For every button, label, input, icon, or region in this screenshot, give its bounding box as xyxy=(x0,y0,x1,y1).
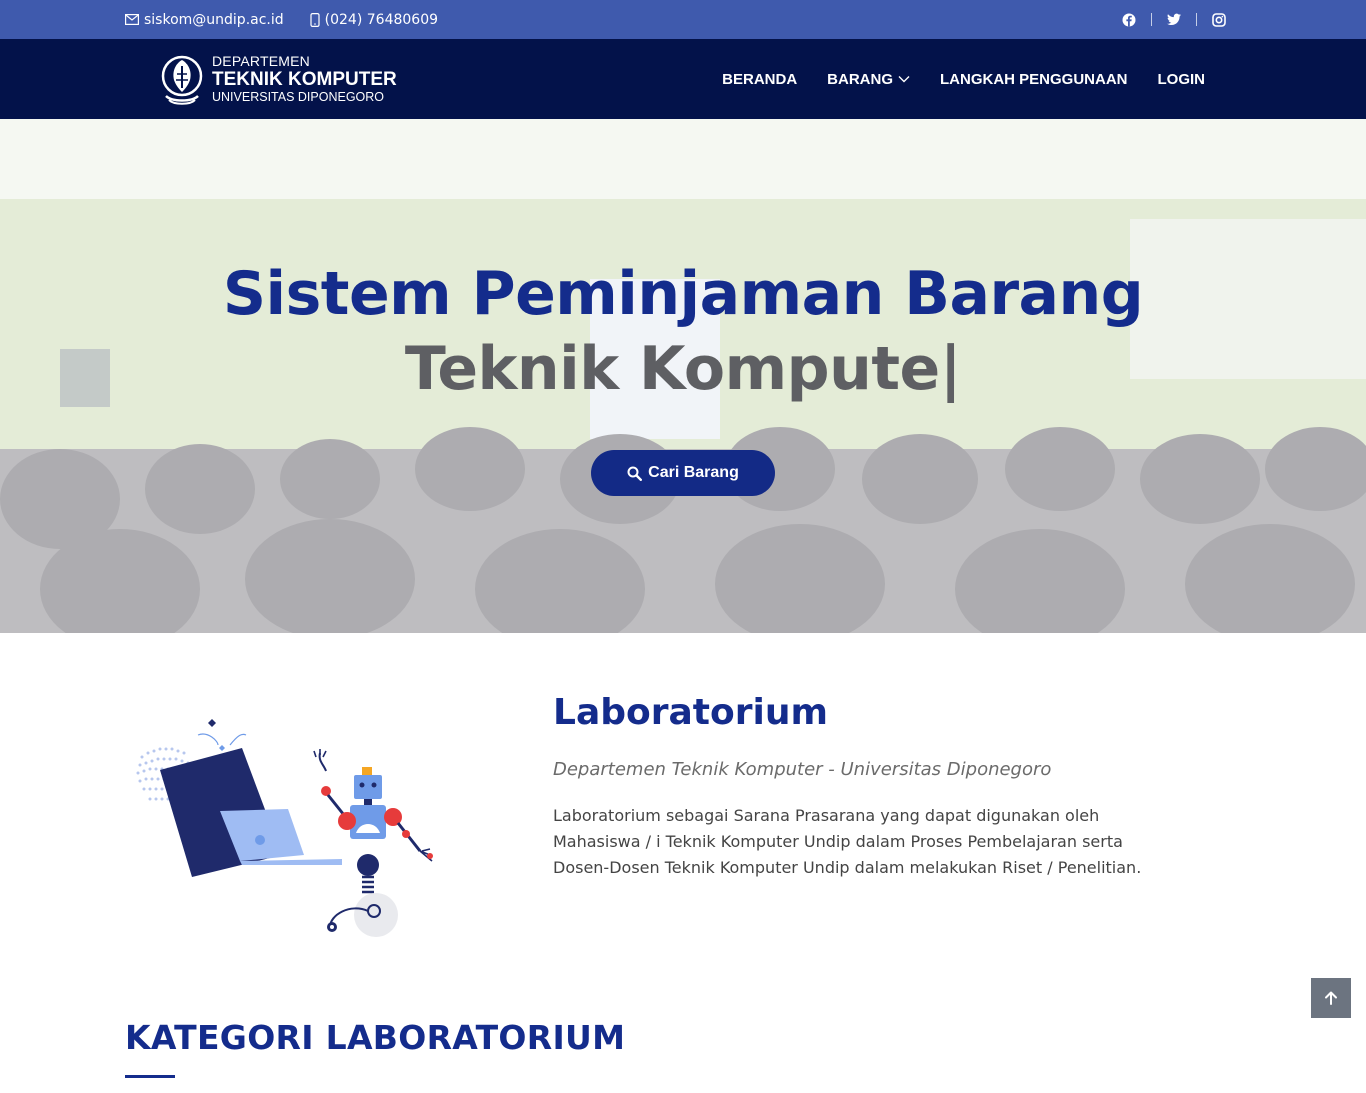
brand-line2: TEKNIK KOMPUTER xyxy=(212,69,397,91)
email-link[interactable]: siskom@undip.ac.id xyxy=(125,12,284,28)
phone-text: (024) 76480609 xyxy=(324,11,439,28)
section-underline xyxy=(125,1075,175,1078)
hero-section: Sistem Peminjaman Barang Teknik Kompute|… xyxy=(0,119,1366,633)
search-icon xyxy=(627,466,643,481)
contact-info: siskom@undip.ac.id (024) 76480609 xyxy=(125,0,464,39)
nav-label: LOGIN xyxy=(1157,70,1206,88)
facebook-icon[interactable] xyxy=(1122,13,1136,27)
email-text: siskom@undip.ac.id xyxy=(144,11,284,28)
nav-label: BARANG xyxy=(827,70,893,88)
phone-link[interactable]: (024) 76480609 xyxy=(310,12,438,28)
divider xyxy=(1196,13,1197,26)
phone-icon xyxy=(310,12,320,27)
nav-item-beranda[interactable]: BERANDA xyxy=(722,71,797,88)
nav-label: BERANDA xyxy=(722,70,798,88)
nav-label: LANGKAH PENGGUNAAN xyxy=(940,70,1128,88)
instagram-icon[interactable] xyxy=(1212,12,1226,27)
search-items-label: Cari Barang xyxy=(648,464,739,481)
twitter-icon[interactable] xyxy=(1167,13,1181,27)
robot-laptop-illustration xyxy=(136,719,433,937)
nav-item-langkah-penggunaan[interactable]: LANGKAH PENGGUNAAN xyxy=(940,71,1128,88)
hero-typed-text: Teknik Kompute| xyxy=(404,334,962,404)
search-items-button[interactable]: Cari Barang xyxy=(591,450,775,496)
lab-description: Laboratorium sebagai Sarana Prasarana ya… xyxy=(553,806,1142,877)
hero-title: Sistem Peminjaman Barang xyxy=(222,259,1144,329)
brand-line3: UNIVERSITAS DIPONEGORO xyxy=(212,90,385,105)
chevron-down-icon xyxy=(898,76,910,83)
social-links xyxy=(1122,0,1226,39)
nav-item-barang[interactable]: BARANG xyxy=(827,71,910,88)
nav-item-login[interactable]: LOGIN xyxy=(1158,71,1206,88)
arrow-up-icon xyxy=(1325,991,1337,1005)
envelope-icon xyxy=(125,14,139,25)
brand-text: DEPARTEMEN TEKNIK KOMPUTER UNIVERSITAS D… xyxy=(212,54,397,104)
back-to-top-button[interactable] xyxy=(1311,978,1351,1018)
lab-title: Laboratorium xyxy=(553,692,828,733)
top-bar: siskom@undip.ac.id (024) 76480609 xyxy=(0,0,1366,39)
brand-logo-link[interactable]: DEPARTEMEN TEKNIK KOMPUTER UNIVERSITAS D… xyxy=(160,51,397,107)
lab-subtitle: Departemen Teknik Komputer - Universitas… xyxy=(553,759,1052,780)
brand-line1: DEPARTEMEN xyxy=(212,53,310,70)
undip-emblem-icon xyxy=(161,55,203,105)
nav-menu: BERANDA BARANG LANGKAH PENGGUNAAN LOGIN xyxy=(692,39,1205,119)
divider xyxy=(1151,13,1152,26)
main-navbar: DEPARTEMEN TEKNIK KOMPUTER UNIVERSITAS D… xyxy=(0,39,1366,119)
category-section-title: KATEGORI LABORATORIUM xyxy=(125,1018,626,1057)
